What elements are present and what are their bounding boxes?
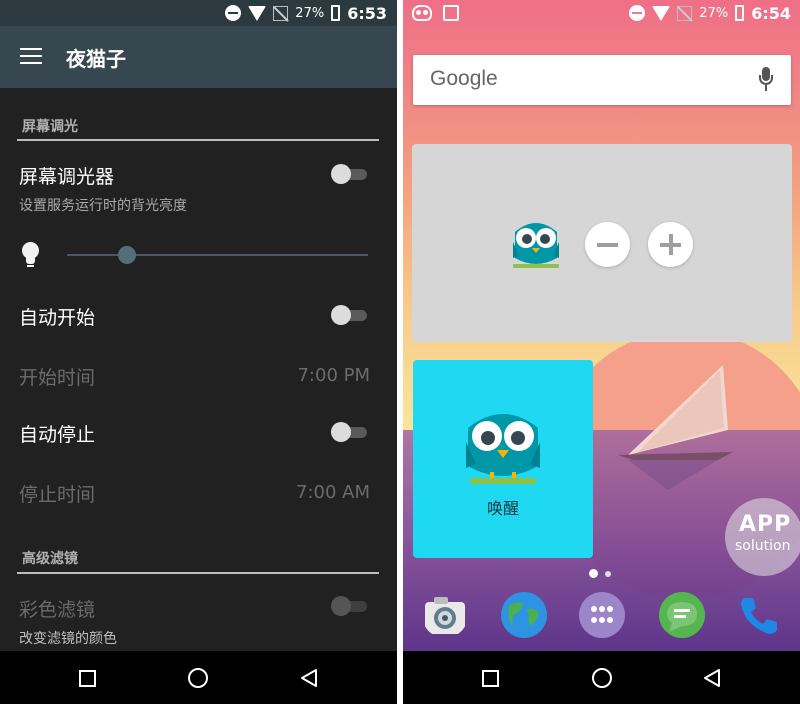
auto-start-toggle[interactable]: [331, 304, 367, 326]
watermark-line2: solution: [735, 538, 791, 554]
mic-icon[interactable]: [759, 67, 773, 93]
google-logo: Google: [430, 67, 498, 90]
google-search-bar[interactable]: Google: [413, 55, 791, 105]
battery-percent: 27%: [699, 5, 729, 21]
auto-stop-toggle[interactable]: [331, 421, 367, 443]
dimmer-subtitle: 设置服务运行时的背光亮度: [19, 198, 187, 214]
section-divider: [17, 572, 379, 574]
image-notification-icon: [443, 5, 459, 21]
back-icon[interactable]: [702, 668, 722, 688]
camera-icon[interactable]: [422, 592, 468, 638]
color-filter-toggle[interactable]: [331, 595, 367, 617]
battery-percent: 27%: [295, 5, 325, 21]
start-time-title[interactable]: 开始时间: [19, 363, 95, 390]
settings-list: 屏幕调光 屏幕调光器 设置服务运行时的背光亮度 自动开始 开始时间 7:00 P…: [0, 88, 397, 651]
no-signal-icon: [273, 5, 289, 21]
home-icon[interactable]: [592, 668, 612, 688]
clock: 6:54: [751, 3, 791, 23]
settings-screen: 27% 6:53 夜猫子 屏幕调光 屏幕调光器 设置服务运行时的背光亮度 自动开…: [0, 0, 397, 704]
menu-icon[interactable]: [20, 48, 42, 65]
do-not-disturb-icon: [225, 5, 242, 21]
color-filter-subtitle: 改变滤镜的颜色: [19, 631, 117, 647]
wifi-icon: [652, 5, 671, 21]
no-signal-icon: [677, 5, 693, 21]
app-solution-watermark: APP solution: [725, 498, 800, 576]
stop-time-title[interactable]: 停止时间: [19, 480, 95, 507]
wifi-icon: [248, 5, 267, 21]
owl-icon: [466, 414, 540, 484]
dimmer-title[interactable]: 屏幕调光器: [19, 162, 114, 189]
minus-icon[interactable]: [585, 222, 630, 267]
stop-time-value: 7:00 AM: [296, 482, 370, 503]
dimmer-toggle[interactable]: [331, 163, 367, 185]
start-time-value: 7:00 PM: [297, 365, 370, 386]
owl-icon[interactable]: [509, 218, 563, 268]
clock: 6:53: [347, 3, 387, 23]
back-icon[interactable]: [299, 668, 319, 688]
home-icon[interactable]: [188, 668, 208, 688]
recents-icon[interactable]: [482, 670, 499, 687]
section-header-screen-dimming: 屏幕调光: [22, 119, 78, 135]
watermark-line1: APP: [739, 512, 792, 537]
owl-notification-icon: [412, 5, 432, 21]
phone-icon[interactable]: [737, 592, 783, 638]
home-screen: 27% 6:54 Google 唤醒 APP solution: [403, 0, 800, 704]
battery-icon: [331, 5, 341, 21]
earth-icon[interactable]: [501, 592, 547, 638]
wallpaper-sailboat: [618, 365, 733, 490]
auto-stop-title[interactable]: 自动停止: [19, 420, 95, 447]
navigation-bar: [0, 651, 397, 704]
battery-icon: [735, 5, 745, 21]
page-indicator: [589, 569, 615, 578]
page-dot: [605, 571, 611, 577]
messages-icon[interactable]: [659, 592, 705, 638]
do-not-disturb-icon: [629, 5, 646, 21]
status-bar: 27% 6:53: [0, 0, 397, 26]
brightness-widget: [412, 144, 792, 342]
brightness-slider-thumb[interactable]: [118, 246, 136, 264]
status-bar: 27% 6:54: [403, 0, 800, 26]
toolbar: 夜猫子: [0, 26, 397, 88]
navigation-bar: [403, 651, 800, 704]
lightbulb-icon: [20, 242, 42, 268]
section-header-advanced-filter: 高级滤镜: [22, 551, 78, 567]
plus-icon[interactable]: [648, 222, 693, 267]
wake-widget[interactable]: 唤醒: [413, 360, 593, 558]
auto-start-title[interactable]: 自动开始: [19, 303, 95, 330]
section-divider: [17, 139, 379, 141]
app-title: 夜猫子: [66, 47, 126, 71]
recents-icon[interactable]: [79, 670, 96, 687]
apps-icon[interactable]: [579, 592, 625, 638]
brightness-slider[interactable]: [67, 245, 368, 265]
color-filter-title[interactable]: 彩色滤镜: [19, 595, 95, 622]
page-dot-active: [589, 569, 598, 578]
wake-widget-label: 唤醒: [486, 499, 519, 518]
